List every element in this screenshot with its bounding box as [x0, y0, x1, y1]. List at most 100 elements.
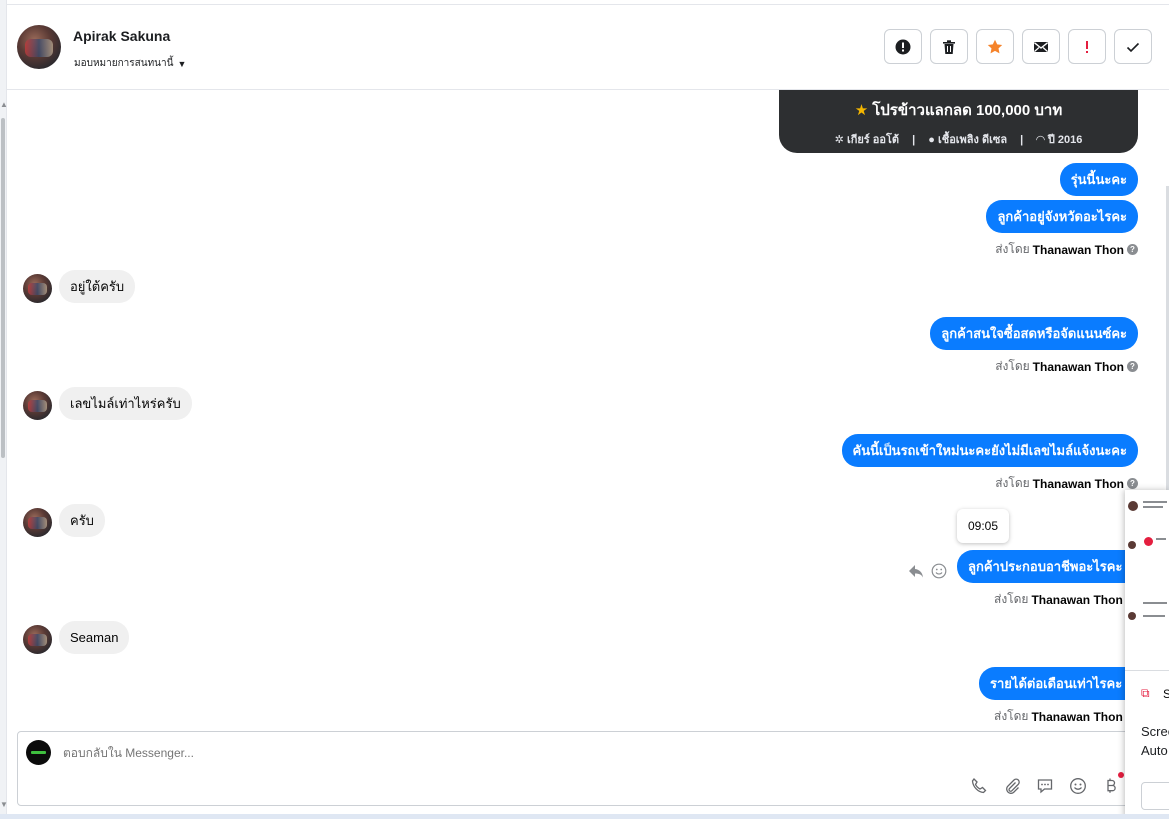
- outgoing-message[interactable]: รายได้ต่อเดือนเท่าไรคะ: [979, 667, 1134, 700]
- overlay-avatar: [1128, 612, 1136, 620]
- overlay-text-line: [1156, 538, 1166, 540]
- sent-by-prefix: ส่งโดย: [995, 476, 1030, 490]
- contact-avatar-small[interactable]: [23, 274, 52, 303]
- alert-circle-icon: [895, 39, 911, 54]
- phone-icon: [971, 777, 986, 793]
- contact-name[interactable]: Apirak Sakuna: [73, 28, 170, 44]
- divider: |: [912, 134, 916, 146]
- overlay-text-line: [1143, 506, 1163, 508]
- car-listing-card[interactable]: ★ โปรข้าวแลกลด 100,000 บาท ✲ เกียร์ ออโต้…: [779, 90, 1138, 153]
- saved-replies-button[interactable]: [1035, 776, 1054, 795]
- emoji-icon: [1069, 777, 1086, 794]
- outgoing-message[interactable]: ลูกค้าสนใจซื้อสดหรือจัดแนนซ์คะ: [930, 317, 1138, 350]
- check-icon: [1126, 42, 1140, 52]
- overlay-text-line: [1143, 501, 1167, 503]
- saved-reply-icon: [1037, 778, 1052, 793]
- scroll-down-arrow-icon[interactable]: ▼: [0, 800, 8, 809]
- sent-by-prefix: ส่งโดย: [994, 592, 1029, 606]
- notification-dot: [1118, 772, 1124, 778]
- page-avatar: [26, 740, 51, 765]
- message-thread[interactable]: ★ โปรข้าวแลกลด 100,000 บาท ✲ เกียร์ ออโต้…: [7, 90, 1169, 730]
- contact-avatar[interactable]: [17, 25, 61, 69]
- bottom-bar: [0, 814, 1169, 819]
- baht-icon: [1106, 778, 1116, 793]
- card-title: ★ โปรข้าวแลกลด 100,000 บาท: [779, 98, 1138, 122]
- sent-by-prefix: ส่งโดย: [994, 709, 1029, 723]
- left-scroll-strip: ▲ ▼: [0, 0, 8, 819]
- contact-avatar-small[interactable]: [23, 391, 52, 420]
- spec-fuel: เชื้อเพลิง ดีเซล: [937, 134, 1008, 146]
- notification-overlay-panel[interactable]: ⧉ S Scree Auto: [1125, 490, 1169, 819]
- overlay-text-line: [1143, 602, 1167, 604]
- overlay-text-line-2: Auto: [1141, 743, 1168, 758]
- sent-by-prefix: ส่งโดย: [995, 242, 1030, 256]
- sent-by-label: ส่งโดย Thanawan Thon ?: [995, 240, 1138, 259]
- help-icon[interactable]: ?: [1127, 478, 1138, 489]
- gauge-icon: ◠: [1036, 134, 1045, 146]
- payment-button[interactable]: [1101, 772, 1124, 795]
- timestamp-tooltip: 09:05: [957, 509, 1009, 543]
- mark-unread-button[interactable]: [1022, 29, 1060, 64]
- sender-name: Thanawan Thon: [1031, 592, 1123, 607]
- call-button[interactable]: [969, 776, 988, 795]
- star-icon: [987, 39, 1003, 53]
- sent-by-label: ส่งโดย Thanawan Thon: [994, 707, 1123, 726]
- react-emoji-icon[interactable]: [931, 563, 947, 579]
- sent-by-label: ส่งโดย Thanawan Thon ?: [995, 474, 1138, 493]
- envelope-icon: [1034, 41, 1048, 52]
- outgoing-message[interactable]: ลูกค้าอยู่จังหวัดอะไรคะ: [986, 200, 1138, 233]
- sent-by-label: ส่งโดย Thanawan Thon ?: [995, 357, 1138, 376]
- incoming-message[interactable]: ครับ: [59, 504, 105, 537]
- composer-toolbar: [969, 772, 1124, 795]
- paperclip-icon: [1005, 777, 1020, 794]
- card-title-text: โปรข้าวแลกลด 100,000 บาท: [872, 102, 1063, 119]
- reply-input[interactable]: [63, 746, 663, 760]
- sent-by-label: ส่งโดย Thanawan Thon: [994, 590, 1123, 609]
- help-icon[interactable]: ?: [1127, 361, 1138, 372]
- emoji-button[interactable]: [1068, 776, 1087, 795]
- contact-avatar-small[interactable]: [23, 625, 52, 654]
- overlay-text-line-1: Scree: [1141, 724, 1169, 739]
- card-specs: ✲ เกียร์ ออโต้ | ● เชื้อเพลิง ดีเซล | ◠ …: [779, 130, 1138, 148]
- sender-name: Thanawan Thon: [1032, 476, 1124, 491]
- reply-composer: [17, 731, 1129, 806]
- help-icon[interactable]: ?: [1127, 244, 1138, 255]
- header-action-bar: [884, 29, 1152, 64]
- trash-icon: [943, 39, 955, 54]
- sender-name: Thanawan Thon: [1032, 242, 1124, 257]
- overlay-app-label: S: [1163, 687, 1169, 701]
- overlay-divider: [1125, 670, 1169, 671]
- assign-conversation-dropdown[interactable]: มอบหมายการสนทนานี้ ▼: [74, 56, 186, 71]
- overlay-avatar: [1128, 501, 1138, 511]
- incoming-message[interactable]: อยู่ใต้ครับ: [59, 270, 136, 303]
- mark-spam-button[interactable]: [884, 29, 922, 64]
- overlay-avatar: [1128, 541, 1136, 549]
- outgoing-message[interactable]: ลูกค้าประกอบอาชีพอะไรคะ: [957, 550, 1134, 583]
- incoming-message[interactable]: Seaman: [59, 621, 130, 654]
- outgoing-message[interactable]: รุ่นนี้นะคะ: [1059, 163, 1138, 196]
- spec-gear: เกียร์ ออโต้: [846, 134, 900, 146]
- overlay-text-line: [1143, 615, 1165, 617]
- left-scrollbar-thumb[interactable]: [1, 118, 5, 458]
- gear-icon: ✲: [834, 134, 844, 146]
- star-icon: ★: [854, 102, 869, 119]
- assign-conversation-label: มอบหมายการสนทนานี้: [74, 58, 174, 69]
- overlay-action-button[interactable]: [1141, 782, 1169, 810]
- delete-conversation-button[interactable]: [930, 29, 968, 64]
- mark-follow-up-button[interactable]: [1068, 29, 1106, 64]
- reply-icon[interactable]: [907, 562, 925, 580]
- incoming-message[interactable]: เลขไมล์เท่าไหร่ครับ: [59, 387, 192, 420]
- fuel-drop-icon: ●: [928, 134, 935, 146]
- conversation-header: Apirak Sakuna มอบหมายการสนทนานี้ ▼: [7, 4, 1169, 90]
- caret-down-icon: ▼: [177, 58, 187, 69]
- snipping-tool-icon: ⧉: [1141, 686, 1150, 700]
- inbox-app: ▲ ▼ Apirak Sakuna มอบหมายการสนทนานี้ ▼ ★…: [0, 0, 1169, 819]
- outgoing-message[interactable]: คันนี้เป็นรถเข้าใหม่นะคะยังไม่มีเลขไมล์แ…: [841, 434, 1138, 467]
- missed-call-icon: [1144, 537, 1153, 546]
- contact-avatar-small[interactable]: [23, 508, 52, 537]
- spec-year: ปี 2016: [1047, 134, 1083, 146]
- sender-name: Thanawan Thon: [1032, 359, 1124, 374]
- attach-button[interactable]: [1002, 776, 1021, 795]
- mark-done-button[interactable]: [1114, 29, 1152, 64]
- star-conversation-button[interactable]: [976, 29, 1014, 64]
